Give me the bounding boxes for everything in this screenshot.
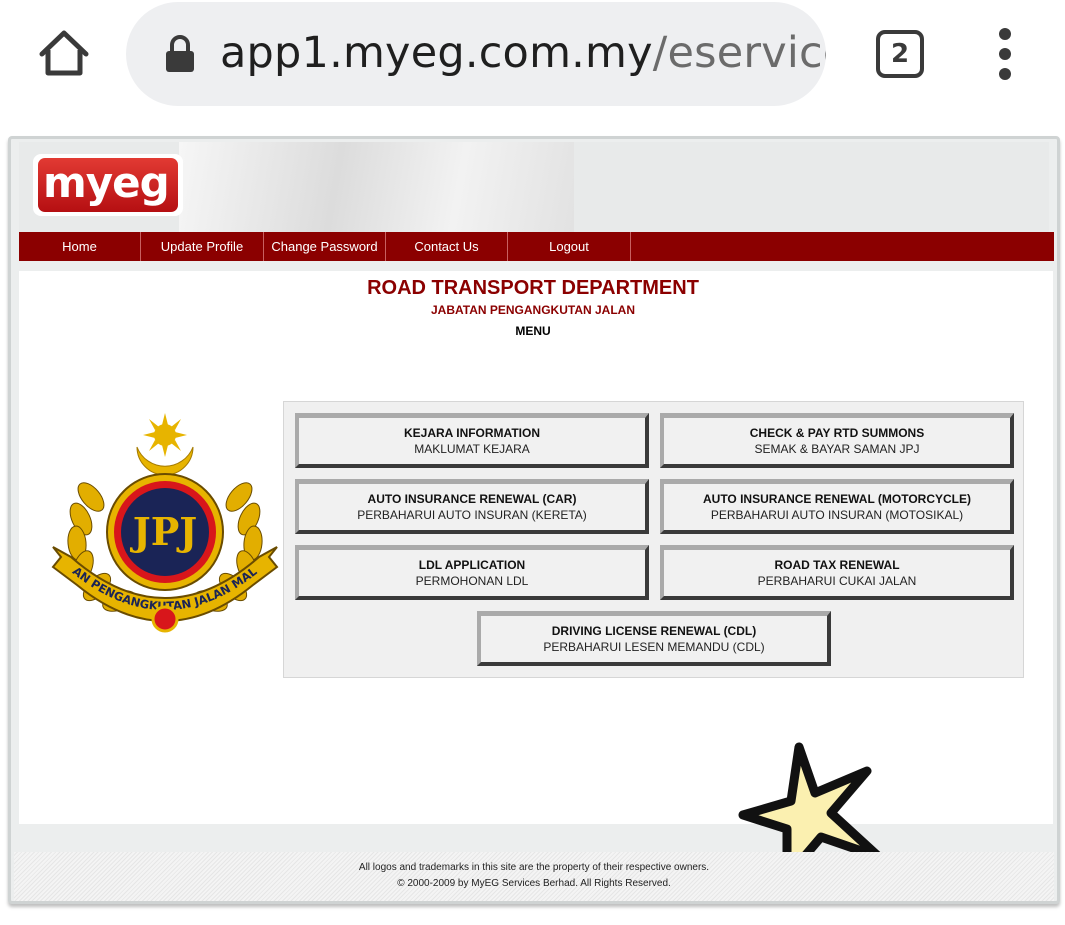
- kejara-information-button[interactable]: KEJARA INFORMATION MAKLUMAT KEJARA: [295, 413, 649, 468]
- button-sublabel: MAKLUMAT KEJARA: [414, 442, 530, 456]
- footer-copyright-text: © 2000-2009 by MyEG Services Berhad. All…: [397, 878, 671, 889]
- button-sublabel: PERBAHARUI AUTO INSURAN (KERETA): [357, 508, 587, 522]
- main-panel: ROAD TRANSPORT DEPARTMENT JABATAN PENGAN…: [19, 271, 1053, 882]
- button-sublabel: PERBAHARUI CUKAI JALAN: [757, 574, 917, 588]
- page-subtitle: JABATAN PENGANGKUTAN JALAN: [431, 303, 635, 317]
- home-icon[interactable]: [36, 26, 92, 82]
- driving-license-renewal-button[interactable]: DRIVING LICENSE RENEWAL (CDL) PERBAHARUI…: [477, 611, 831, 666]
- button-sublabel: PERBAHARUI AUTO INSURAN (MOTOSIKAL): [710, 508, 964, 522]
- web-content: myeg Home Update Profile Change Password…: [0, 128, 1065, 925]
- button-label: AUTO INSURANCE RENEWAL (MOTORCYCLE): [702, 492, 971, 506]
- nav-update-profile[interactable]: Update Profile: [141, 232, 264, 261]
- url-path: /eservice: [652, 28, 826, 78]
- header-banner: myeg: [19, 142, 1049, 232]
- url-host: app1.myeg.com.my: [220, 28, 653, 78]
- page-title: ROAD TRANSPORT DEPARTMENT: [367, 277, 699, 299]
- url-text[interactable]: app1.myeg.com.my/eservice: [220, 28, 826, 78]
- check-pay-summons-button[interactable]: CHECK & PAY RTD SUMMONS SEMAK & BAYAR SA…: [660, 413, 1014, 468]
- button-label: LDL APPLICATION: [418, 558, 526, 572]
- lock-icon[interactable]: [164, 34, 196, 74]
- browser-toolbar: app1.myeg.com.my/eservice 2: [0, 0, 1065, 128]
- emblem-jpj-text: JPJ: [130, 509, 198, 554]
- button-label: ROAD TAX RENEWAL: [774, 558, 900, 572]
- button-label: AUTO INSURANCE RENEWAL (CAR): [367, 492, 577, 506]
- footer-trademark-text: All logos and trademarks in this site ar…: [358, 862, 710, 873]
- myeg-logo-text: myeg: [38, 158, 178, 212]
- button-label: CHECK & PAY RTD SUMMONS: [749, 426, 925, 440]
- ldl-application-button[interactable]: LDL APPLICATION PERMOHONAN LDL: [295, 545, 649, 600]
- button-label: DRIVING LICENSE RENEWAL (CDL): [551, 624, 757, 638]
- jpj-emblem-icon: JPJ JABATAN PENGANGKUTAN JALAN MALAYSIA: [42, 396, 283, 657]
- service-menu: KEJARA INFORMATION MAKLUMAT KEJARA CHECK…: [283, 401, 1024, 678]
- page-frame: myeg Home Update Profile Change Password…: [8, 136, 1060, 904]
- nav-contact-us[interactable]: Contact Us: [386, 232, 508, 261]
- page-footer: All logos and trademarks in this site ar…: [14, 852, 1054, 901]
- nav-change-password[interactable]: Change Password: [264, 232, 386, 261]
- myeg-logo[interactable]: myeg: [33, 154, 183, 216]
- button-sublabel: SEMAK & BAYAR SAMAN JPJ: [754, 442, 920, 456]
- road-tax-renewal-button[interactable]: ROAD TAX RENEWAL PERBAHARUI CUKAI JALAN: [660, 545, 1014, 600]
- motorcycle-insurance-renewal-button[interactable]: AUTO INSURANCE RENEWAL (MOTORCYCLE) PERB…: [660, 479, 1014, 534]
- banner-graphic: [179, 142, 574, 232]
- more-vert-icon[interactable]: [990, 28, 1020, 80]
- main-nav: Home Update Profile Change Password Cont…: [19, 232, 1054, 261]
- menu-heading: MENU: [515, 324, 551, 338]
- nav-home[interactable]: Home: [19, 232, 141, 261]
- button-label: KEJARA INFORMATION: [404, 426, 540, 440]
- address-bar[interactable]: app1.myeg.com.my/eservice: [126, 2, 826, 106]
- button-sublabel: PERMOHONAN LDL: [415, 574, 529, 588]
- car-insurance-renewal-button[interactable]: AUTO INSURANCE RENEWAL (CAR) PERBAHARUI …: [295, 479, 649, 534]
- nav-logout[interactable]: Logout: [508, 232, 631, 261]
- button-sublabel: PERBAHARUI LESEN MEMANDU (CDL): [543, 640, 765, 654]
- tab-switcher-icon[interactable]: 2: [876, 30, 924, 78]
